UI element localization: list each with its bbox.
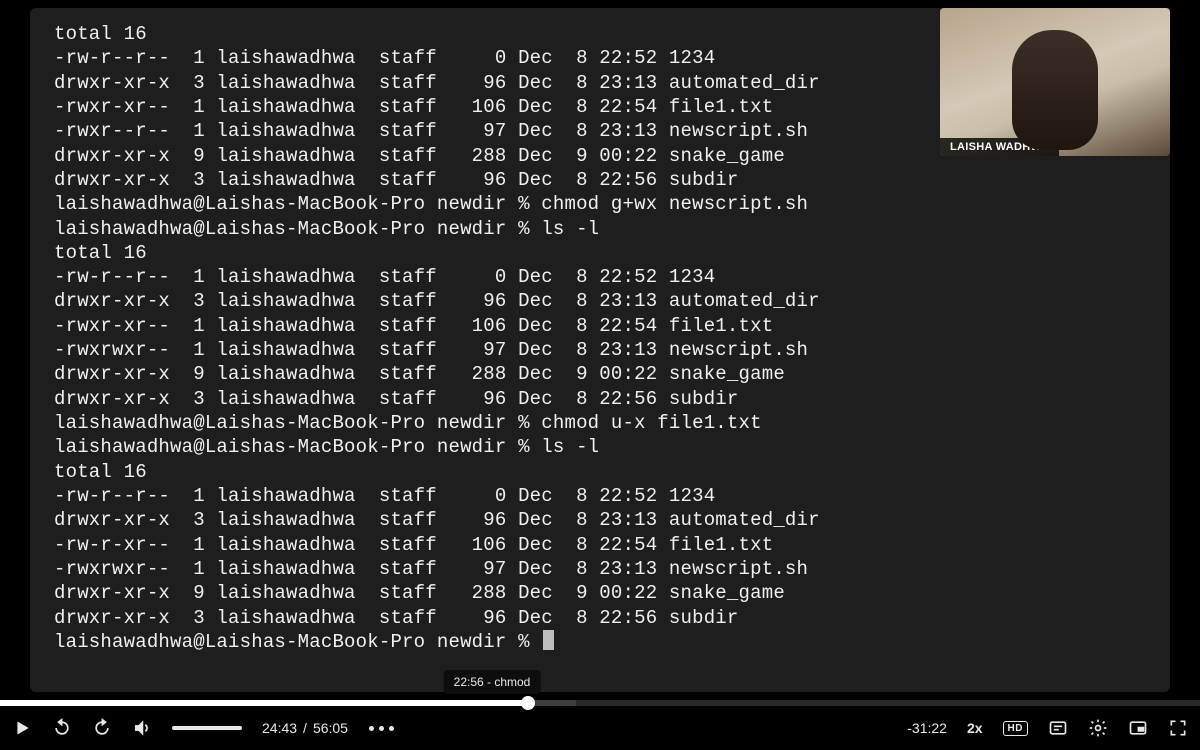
presenter-webcam: LAISHA WADHWA (940, 8, 1170, 156)
time-remaining: -31:22 (907, 720, 947, 736)
pip-icon[interactable] (1128, 718, 1148, 738)
volume-fill (172, 726, 242, 730)
controls-left: 24:43 / 56:05 (12, 718, 395, 738)
terminal-cursor (543, 630, 554, 650)
time-separator: / (303, 720, 307, 736)
controls-right: -31:22 2x HD (907, 718, 1188, 738)
volume-slider[interactable] (172, 726, 242, 730)
playback-speed-button[interactable]: 2x (967, 720, 983, 736)
rewind-10-icon[interactable] (52, 718, 72, 738)
controls-row: 24:43 / 56:05 -31:22 2x HD (0, 706, 1200, 750)
player-controls: 22:56 - chmod 24:4 (0, 700, 1200, 750)
video-player: total 16 -rw-r--r-- 1 laishawadhwa staff… (0, 0, 1200, 750)
play-icon[interactable] (12, 718, 32, 738)
forward-10-icon[interactable] (92, 718, 112, 738)
presenter-name-tag: LAISHA WADHWA (940, 138, 1059, 156)
presenter-face (1024, 50, 1086, 122)
video-frame: total 16 -rw-r--r-- 1 laishawadhwa staff… (0, 0, 1200, 700)
fullscreen-icon[interactable] (1168, 718, 1188, 738)
elapsed-time: 24:43 (262, 720, 297, 736)
chapter-tooltip: 22:56 - chmod (444, 670, 541, 694)
transcript-icon[interactable] (1048, 718, 1068, 738)
settings-icon[interactable] (1088, 718, 1108, 738)
volume-icon[interactable] (132, 718, 152, 738)
more-menu-icon[interactable] (368, 726, 395, 731)
total-duration: 56:05 (313, 720, 348, 736)
time-display: 24:43 / 56:05 (262, 720, 348, 736)
quality-badge[interactable]: HD (1003, 721, 1028, 736)
